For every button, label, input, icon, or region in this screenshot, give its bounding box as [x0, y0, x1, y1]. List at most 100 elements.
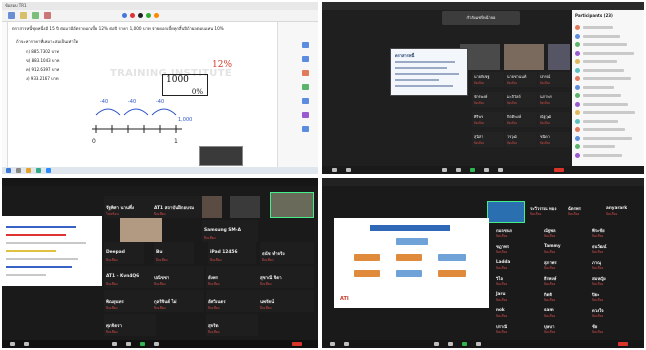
participant-row[interactable]	[575, 84, 639, 92]
participant-tile[interactable]: ศิริพร ปิดเสียง	[472, 112, 504, 127]
shared-document-thumbnail[interactable]	[2, 216, 102, 286]
mic-icon[interactable]	[330, 342, 335, 346]
leave-button[interactable]	[554, 168, 564, 172]
participant-row[interactable]	[575, 24, 639, 32]
participant-tile[interactable]: รัฐพิศา นานพึ่ง ไม่พร้อม	[104, 196, 152, 218]
participant-tile[interactable]: นายพิเชฐ ปิดเสียง	[472, 72, 504, 87]
swatch-icon[interactable]	[302, 56, 309, 62]
participant-row[interactable]	[575, 109, 639, 117]
participant-row[interactable]	[575, 67, 639, 75]
file-icon[interactable]	[8, 12, 15, 19]
participant-tile[interactable]: AT1 สถาบันฝึกอบรม ปิดเสียง	[152, 196, 202, 218]
participant-tile[interactable]: สุชาณี จิดา ปิดเสียง	[258, 266, 314, 288]
swatch-icon[interactable]	[302, 126, 309, 132]
chat-icon[interactable]	[448, 342, 453, 346]
camera-icon[interactable]	[346, 168, 351, 172]
participant-tile[interactable]: iPad 12456 ปิดเสียง	[208, 242, 256, 264]
participant-tile[interactable]: ปณิชชา ปิดเสียง	[152, 266, 204, 288]
participant-tile[interactable]: ยังพร ปิดเสียง	[206, 266, 258, 288]
chat-icon[interactable]	[456, 168, 461, 172]
participants-icon[interactable]	[442, 168, 447, 172]
share-screen-icon[interactable]	[462, 342, 467, 346]
start-icon[interactable]	[6, 168, 11, 173]
participant-tile[interactable]: จักรพงษ์ ปิดเสียง	[472, 92, 504, 107]
participant-tile[interactable]: ธนัช ทำจริง ปิดเสียง	[260, 242, 314, 264]
participant-tile[interactable]: anyarark ปิดเสียง	[604, 202, 644, 220]
color-green-icon[interactable]	[146, 13, 151, 18]
color-red-icon[interactable]	[130, 13, 135, 18]
participant-tile[interactable]: ณัฐวุฒิ ปิดเสียง	[538, 112, 570, 127]
swatch-icon[interactable]	[302, 84, 309, 90]
participant-row[interactable]	[575, 58, 639, 66]
pen-icon[interactable]	[20, 12, 27, 19]
participant-video[interactable]	[548, 44, 570, 70]
search-icon[interactable]	[16, 168, 21, 173]
mic-icon[interactable]	[332, 168, 337, 172]
participant-tile[interactable]: Bu ปิดเสียง	[154, 242, 194, 264]
participant-row[interactable]	[575, 41, 639, 49]
participant-tile[interactable]: วรวุฒิ ปิดเสียง	[505, 132, 537, 147]
camera-icon[interactable]	[344, 342, 349, 346]
swatch-icon[interactable]	[302, 42, 309, 48]
participant-row[interactable]	[575, 118, 639, 126]
participant-tile[interactable]: กิตติพงษ์ ปิดเสียง	[505, 112, 537, 127]
participant-tile[interactable]: อัศวิเนตร ปิดเสียง	[206, 290, 258, 312]
participant-row[interactable]	[575, 135, 639, 143]
swatch-icon[interactable]	[302, 112, 309, 118]
participant-tile[interactable]: กุลริจินต์ ไผ่ ปิดเสียง	[152, 290, 204, 312]
participant-tile[interactable]: ปราณี ปิดเสียง	[494, 320, 540, 338]
swatch-icon[interactable]	[302, 70, 309, 76]
share-banner[interactable]: กำลังแชร์หน้าจอ	[442, 11, 520, 25]
participant-tile[interactable]: ศุภจิตรา ปิดเสียง	[104, 314, 156, 336]
leave-button[interactable]	[292, 342, 302, 346]
folder-icon[interactable]	[26, 168, 31, 173]
participant-row[interactable]	[575, 92, 639, 100]
participant-tile[interactable]: พิณยุนทร ปิดเสียง	[104, 290, 156, 312]
participant-tile[interactable]: สุจริต ปิดเสียง	[206, 314, 258, 336]
record-icon[interactable]	[476, 342, 481, 346]
participant-tile[interactable]: AT1 - Kvn4Q6 ปิดเสียง	[104, 266, 156, 288]
participant-video[interactable]	[120, 218, 162, 242]
swatch-icon[interactable]	[302, 98, 309, 104]
highlighter-icon[interactable]	[32, 12, 39, 19]
participant-tile[interactable]: สุนิสา ปิดเสียง	[472, 132, 504, 147]
color-blue-icon[interactable]	[122, 13, 127, 18]
participant-tile[interactable]: ชนิดา ปิดเสียง	[538, 132, 570, 147]
participant-tile[interactable]: ชัย ปิดเสียง	[590, 320, 636, 338]
participant-row[interactable]	[575, 101, 639, 109]
leave-button[interactable]	[618, 342, 628, 346]
participant-row[interactable]	[575, 50, 639, 58]
zoom-icon[interactable]	[46, 168, 51, 173]
participant-tile[interactable]: Deepad ปิดเสียง	[104, 242, 144, 264]
share-screen-icon[interactable]	[470, 168, 475, 172]
browser-icon[interactable]	[36, 168, 41, 173]
participant-tile[interactable]: ปกรณ์ ปิดเสียง	[538, 72, 570, 87]
participant-video[interactable]	[504, 44, 544, 70]
record-icon[interactable]	[484, 168, 489, 172]
active-speaker-video[interactable]	[270, 192, 314, 218]
active-speaker-video[interactable]	[487, 201, 525, 223]
participant-tile[interactable]: บุษบา ปิดเสียง	[542, 320, 588, 338]
participant-tile[interactable]: นพรัตน์ ปิดเสียง	[258, 290, 314, 312]
self-video-thumbnail[interactable]	[199, 146, 243, 166]
participant-row[interactable]	[575, 33, 639, 41]
participant-row[interactable]	[575, 143, 639, 151]
mic-icon[interactable]	[10, 342, 15, 346]
participant-row[interactable]	[575, 75, 639, 83]
record-icon[interactable]	[154, 342, 159, 346]
share-screen-icon[interactable]	[140, 342, 145, 346]
participant-tile[interactable]: Samsung SM-A ปิดเสียง	[202, 220, 258, 242]
color-orange-icon[interactable]	[154, 13, 159, 18]
participant-tile[interactable]: นายชานนท์ ปิดเสียง	[505, 72, 537, 87]
participant-video[interactable]	[230, 196, 260, 218]
participant-tile[interactable]: นภาพร ปิดเสียง	[538, 92, 570, 107]
participants-icon[interactable]	[112, 342, 117, 346]
chat-icon[interactable]	[126, 342, 131, 346]
reactions-icon[interactable]	[498, 168, 503, 172]
participant-tile[interactable]: มะลิวัลย์ ปิดเสียง	[505, 92, 537, 107]
camera-icon[interactable]	[24, 342, 29, 346]
participants-icon[interactable]	[434, 342, 439, 346]
color-black-icon[interactable]	[138, 13, 143, 18]
participant-row[interactable]	[575, 126, 639, 134]
participant-row[interactable]	[575, 152, 639, 160]
